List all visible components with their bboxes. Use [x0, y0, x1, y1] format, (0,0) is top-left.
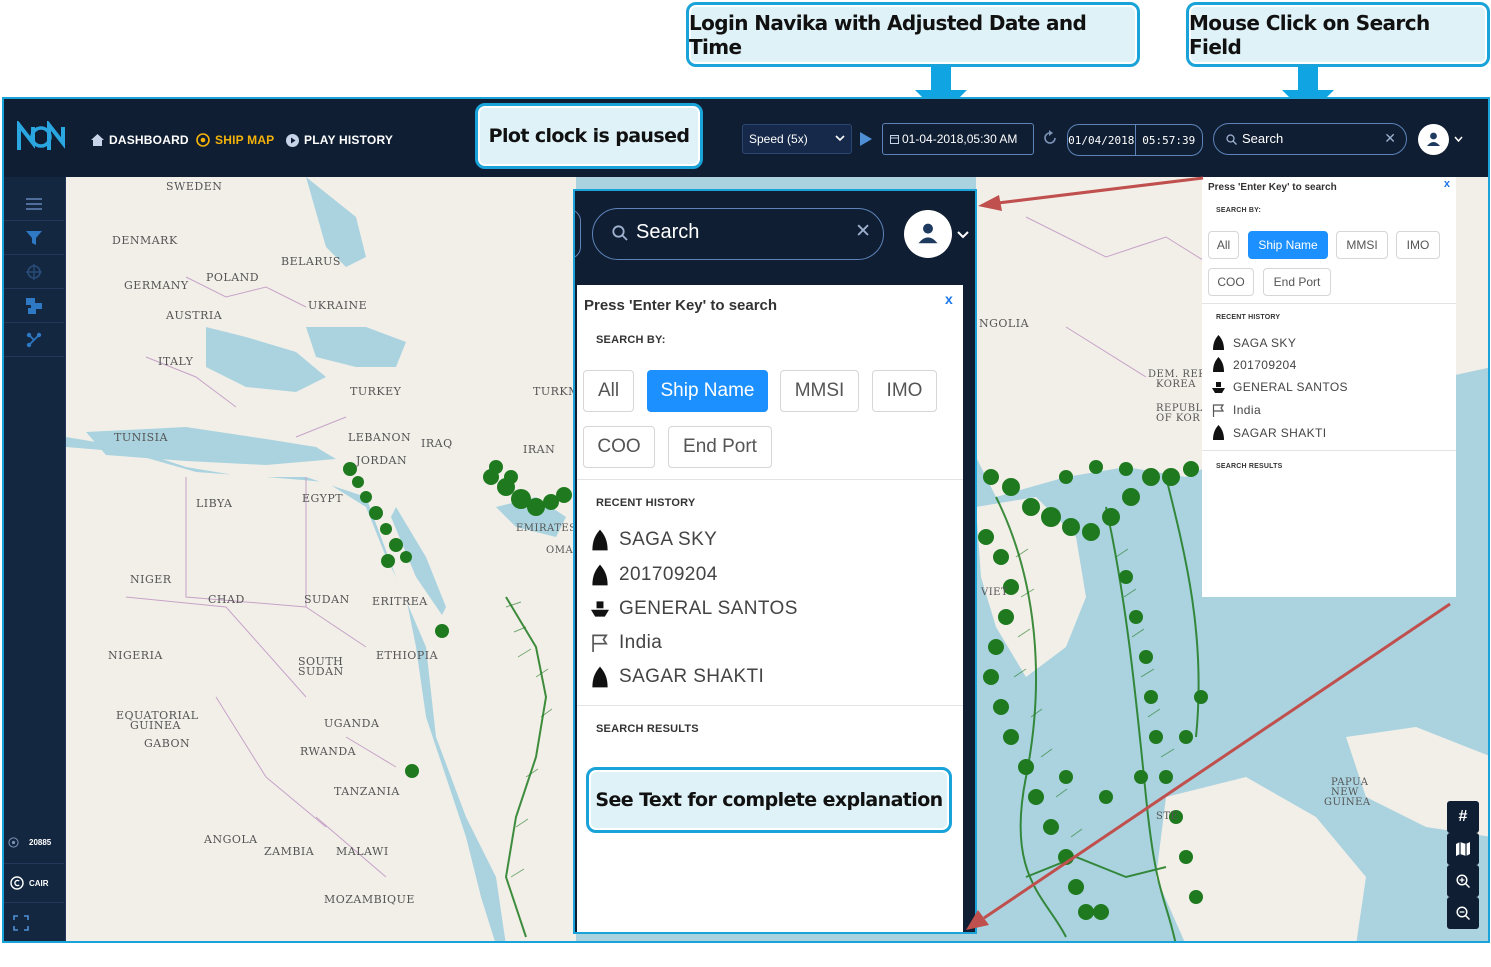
pointer-arrows [966, 176, 1451, 930]
